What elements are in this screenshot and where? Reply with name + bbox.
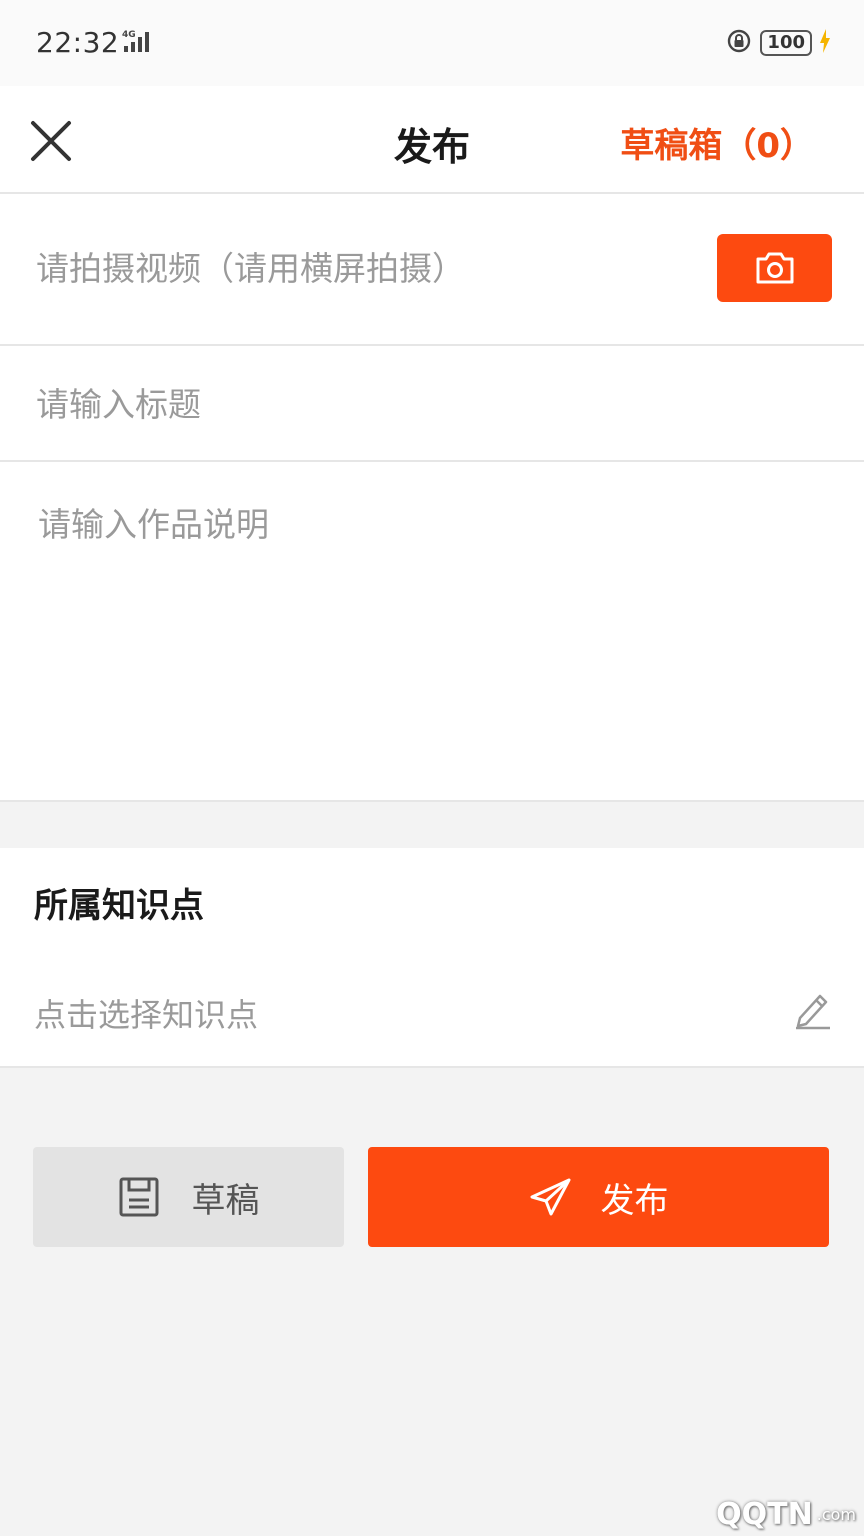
status-indicators: 100	[726, 28, 830, 58]
network-type-label: 4G	[122, 30, 136, 40]
publish-label: 发布	[600, 1180, 669, 1221]
top-navigation: 发布 草稿箱（0）	[0, 86, 864, 194]
draft-box-link[interactable]: 草稿箱（0）	[620, 118, 814, 167]
status-time: 22:32	[36, 26, 120, 59]
watermark-suffix: .com	[816, 1505, 856, 1524]
video-capture-row: 请拍摄视频（请用横屏拍摄）	[0, 194, 864, 346]
title-row	[0, 346, 864, 462]
description-input[interactable]	[38, 498, 828, 768]
knowledge-point-selector[interactable]: 点击选择知识点	[34, 990, 258, 1036]
title-input[interactable]	[36, 374, 826, 434]
edit-knowledge-button[interactable]	[792, 988, 834, 1030]
knowledge-point-section: 所属知识点 点击选择知识点	[0, 848, 864, 1068]
camera-button[interactable]	[717, 234, 832, 302]
pencil-icon	[796, 994, 830, 1030]
knowledge-point-heading: 所属知识点	[34, 886, 204, 926]
battery-indicator: 100	[760, 30, 812, 56]
camera-icon	[756, 252, 793, 284]
description-row	[0, 462, 864, 802]
watermark-text: QQTN	[716, 1497, 813, 1532]
video-prompt-text: 请拍摄视频（请用横屏拍摄）	[36, 249, 465, 288]
charging-icon	[820, 29, 830, 57]
signal-icon: 4G	[114, 28, 160, 58]
site-watermark: QQTN .com	[716, 1497, 856, 1532]
publish-button[interactable]: 发布	[368, 1147, 829, 1247]
save-icon	[119, 1177, 158, 1217]
send-icon	[530, 1178, 570, 1216]
status-bar: 22:32 4G 100	[0, 0, 864, 86]
rotation-lock-icon	[726, 28, 752, 58]
save-draft-label: 草稿	[191, 1180, 260, 1221]
save-draft-button[interactable]: 草稿	[33, 1147, 344, 1247]
